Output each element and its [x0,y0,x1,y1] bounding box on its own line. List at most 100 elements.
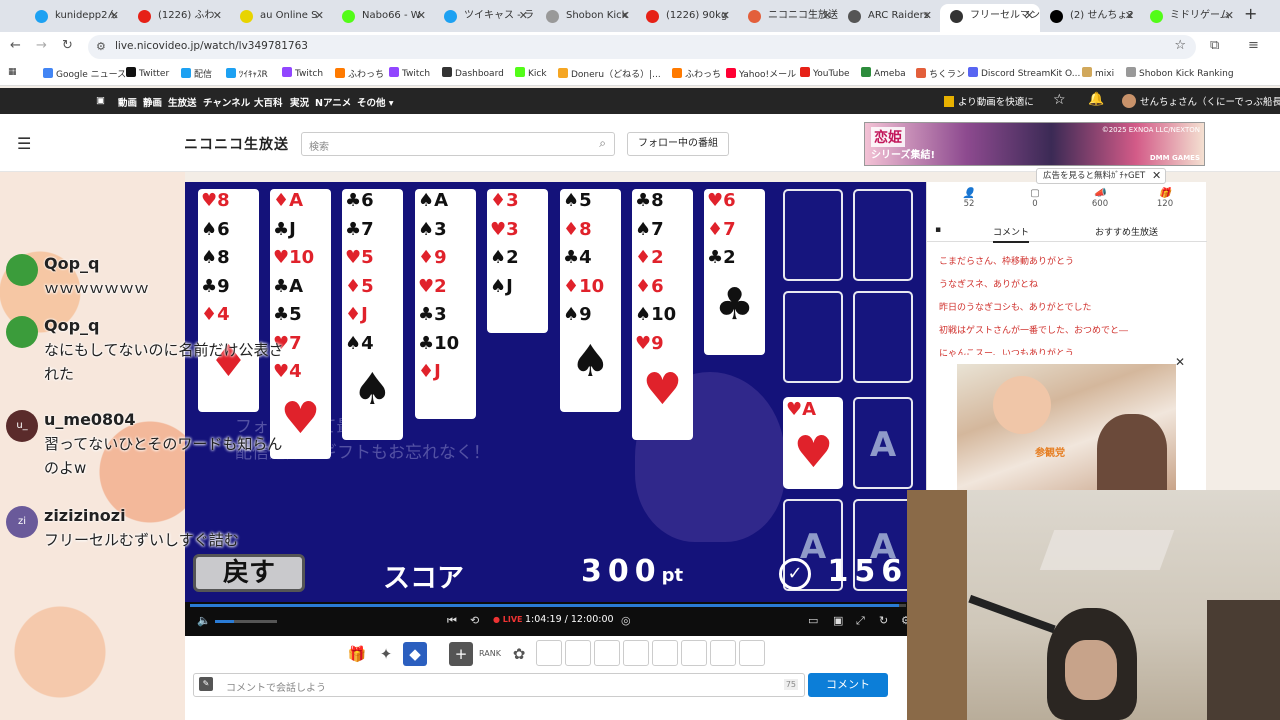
card-rank[interactable]: ♦4 [201,305,230,325]
tableau-column[interactable]: ♦3 ♥3 ♠2 ♠J [487,189,548,333]
card-rank[interactable]: ♥8 [201,191,230,211]
free-cell[interactable] [853,189,913,281]
close-icon[interactable]: ✕ [417,4,426,28]
search-input[interactable]: 検索 ⌕ [301,132,615,156]
tableau-column[interactable]: ♠A ♠3 ♦9 ♥2 ♣3 ♣10 ♦J [415,189,476,419]
card-rank[interactable]: ♦3 [490,191,519,211]
bookmark-item[interactable]: Google ニュース [43,67,126,80]
card-rank[interactable]: ♣9 [201,276,230,297]
free-cell[interactable] [853,291,913,383]
card-rank[interactable]: ♦8 [563,219,592,240]
theater-icon[interactable]: ▣ [833,614,843,627]
tableau-column[interactable]: ♣8 ♠7 ♦2 ♦6 ♠10 ♥9 ♥ [632,189,693,440]
close-icon[interactable]: ✕ [621,4,630,28]
item-slot[interactable] [623,640,649,666]
card-rank[interactable]: ♦7 [707,219,736,240]
close-icon[interactable]: ✕ [1175,355,1185,369]
game-icon[interactable]: ◆ [403,642,427,666]
free-cell[interactable] [783,291,843,383]
ad-icon[interactable]: ✦ [374,642,398,666]
card-rank[interactable]: ♠7 [635,219,664,240]
bookmark-item[interactable]: Twitch [282,67,323,79]
browser-tab[interactable]: ニコニコ生放送 ✕ [738,4,838,32]
bookmark-item[interactable]: ﾂｲｷｬｽR [226,67,268,80]
undo-button[interactable]: 戻す [193,554,305,592]
settings-icon[interactable]: ◎ [621,614,631,627]
card-rank[interactable]: ♠3 [418,219,447,240]
card-rank[interactable]: ♣3 [418,305,447,325]
skip-back-icon[interactable]: ⏮ [447,614,457,628]
card-rank[interactable]: ♠A [418,191,448,211]
close-icon[interactable]: ✕ [1025,4,1034,28]
card-rank[interactable]: ♠6 [201,219,230,240]
tab-comments[interactable]: コメント [993,225,1030,243]
item-slot[interactable] [710,640,736,666]
close-icon[interactable]: ✕ [1225,4,1234,28]
nav-item[interactable]: Nアニメ [315,95,351,109]
volume-slider[interactable] [215,620,277,623]
item-slot[interactable] [681,640,707,666]
card-rank[interactable]: ♦9 [418,248,447,268]
browser-tab[interactable]: au Online S ✕ [230,4,330,32]
bookmark-item[interactable]: ふわっち [335,67,384,80]
ad-banner[interactable]: 恋姫 シリーズ集結! ©2025 EXNOA LLC/NEXTON DMM GA… [864,122,1205,166]
browser-tab[interactable]: kunidepp2ん ✕ [25,4,125,32]
gift-icon[interactable]: 🎁 [345,642,369,666]
nav-item[interactable]: 生放送 [168,95,197,109]
comment-input[interactable]: ✎ コメントで会話しよう 75 [193,673,805,697]
browser-tab[interactable]: (2) せんちょ2 ✕ [1040,4,1140,32]
url-field[interactable]: ⚙ live.nicovideo.jp/watch/lv349781763 ☆ [88,35,1196,59]
reload-icon[interactable]: ↻ [879,614,888,627]
rank-icon[interactable]: RANK [478,642,502,666]
bookmark-star-icon[interactable]: ☆ [1174,38,1186,53]
bookmark-item[interactable]: YouTube [800,67,850,79]
premium-promo-link[interactable]: より動画を快適に [944,94,1034,108]
browser-tab[interactable]: (1226) 90kg ✕ [636,4,736,32]
bookmark-item[interactable]: Kick [515,67,547,79]
card-rank[interactable]: ♣4 [563,248,592,268]
item-slot[interactable] [536,640,562,666]
item-slot[interactable] [594,640,620,666]
close-icon[interactable]: ✕ [519,4,528,28]
close-icon[interactable]: ✕ [110,4,119,28]
bookmark-item[interactable]: mixi [1082,67,1114,79]
nav-item[interactable]: 静画 [143,95,162,109]
seek-bar[interactable] [190,604,906,607]
tab-recommended[interactable]: おすすめ生放送 [1095,225,1158,238]
nico-home-icon[interactable]: ▣ [96,95,105,106]
browser-tab-active[interactable]: フリーセルマン ✕ [940,4,1040,32]
new-tab-button[interactable]: + [1244,4,1257,23]
card-rank[interactable]: ♦J [345,305,368,325]
bookmark-item[interactable]: Twitter [126,67,169,79]
card-rank[interactable]: ♥6 [707,191,736,211]
video-player[interactable]: フォローして最新の配信通知＆ギフトもお忘れなく！ ♥8♠6♠8♣9♦4♦♦A♣J… [185,182,926,602]
emote-icon[interactable]: ✿ [507,642,531,666]
card-rank[interactable]: ♠9 [563,305,592,325]
tableau-column[interactable]: ♣6 ♣7 ♥5 ♦5 ♦J ♠4 ♠ [342,189,403,440]
tableau-column[interactable]: ♦A ♣J ♥10 ♣A ♣5 ♥7 ♥4 ♥ [270,189,331,459]
close-icon[interactable]: ✕ [1152,169,1161,183]
fullscreen-icon[interactable]: ⤢ [856,614,865,628]
card-rank[interactable]: ♦5 [345,276,374,297]
card-rank[interactable]: ♣7 [345,219,374,240]
tableau-column[interactable]: ♠5 ♦8 ♣4 ♦10 ♠9 ♠ [560,189,621,412]
bookmark-item[interactable]: Shobon Kick Ranking [1126,67,1234,79]
bookmark-item[interactable]: Discord StreamKit O... [968,67,1080,79]
card-rank[interactable]: ♣2 [707,248,736,268]
nav-item[interactable]: 実況 [290,95,309,109]
site-logo[interactable]: ニコニコ生放送 [184,134,289,154]
menu-icon[interactable]: ≡ [1248,38,1259,53]
card-rank[interactable]: ♣10 [418,333,459,354]
browser-tab[interactable]: ミドリゲーム ✕ [1140,4,1240,32]
tableau-column[interactable]: ♥6 ♦7 ♣2 ♣ [704,189,765,355]
close-icon[interactable]: ✕ [315,4,324,28]
card-rank[interactable]: ♣6 [345,191,374,211]
card-rank[interactable]: ♠5 [563,191,592,211]
browser-tab[interactable]: ツイキャス - ラ ✕ [434,4,534,32]
free-cell[interactable] [783,189,843,281]
card-rank[interactable]: ♥9 [635,333,664,354]
bookmark-item[interactable]: Doneru（どねる）|... [558,67,661,80]
bookmark-item[interactable]: Dashboard [442,67,504,79]
comment-toggle-icon[interactable]: ▭ [808,614,818,627]
search-icon[interactable]: ⌕ [599,136,606,151]
